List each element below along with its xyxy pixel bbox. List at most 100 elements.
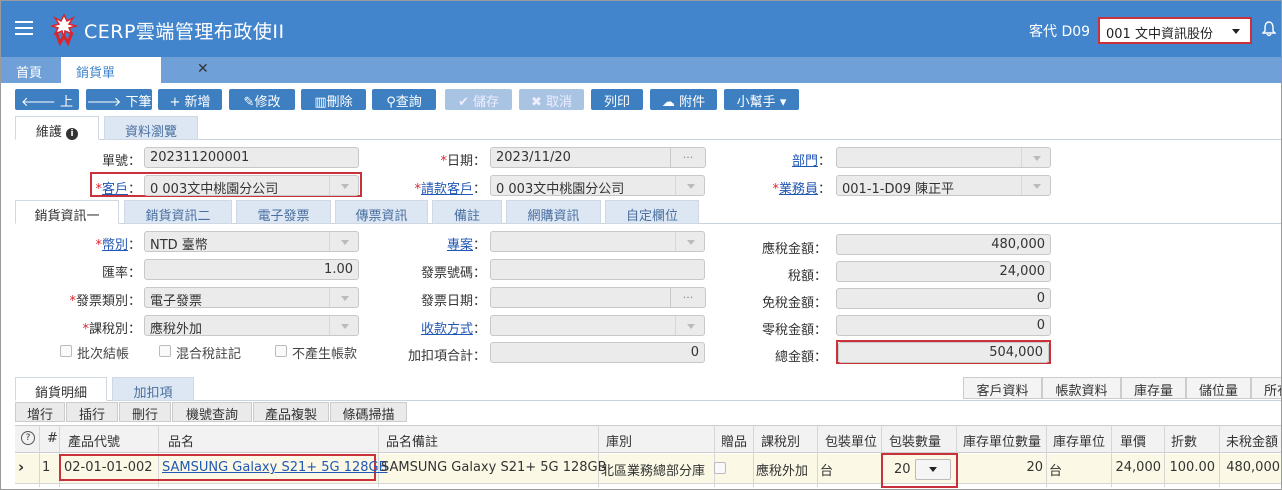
zero-rate-field[interactable]: 0 bbox=[836, 315, 1051, 336]
tab-custom-fields[interactable]: 自定欄位 bbox=[605, 200, 699, 224]
product-name-link[interactable]: SAMSUNG Galaxy S21+ 5G 128GB bbox=[162, 460, 388, 475]
tab-online-info[interactable]: 網購資訊 bbox=[506, 200, 601, 224]
col-product-name[interactable]: 品名 bbox=[168, 431, 194, 450]
cell-untaxed-amount[interactable]: 480,000 bbox=[1222, 460, 1280, 475]
cell-stock-unit[interactable]: 台 bbox=[1049, 460, 1062, 479]
cell-tax-type[interactable]: 應稅外加 bbox=[756, 460, 808, 479]
deduct-total-field[interactable]: 0 bbox=[490, 342, 705, 363]
pack-qty-dropdown[interactable] bbox=[915, 459, 951, 480]
cell-pack-qty[interactable]: 20 bbox=[894, 462, 911, 477]
col-gift[interactable]: 贈品 bbox=[721, 431, 747, 450]
invoice-date-picker-button[interactable]: ... bbox=[670, 287, 706, 308]
save-button[interactable]: ✔ 儲存 bbox=[445, 89, 512, 110]
cell-warehouse[interactable]: 北區業務總部分庫 bbox=[601, 460, 705, 479]
col-warehouse[interactable]: 庫別 bbox=[606, 431, 632, 450]
no-account-checkbox[interactable] bbox=[275, 345, 287, 357]
col-untaxed-amount[interactable]: 未稅金額 bbox=[1226, 431, 1278, 450]
cell-name-note[interactable]: SAMSUNG Galaxy S21+ 5G 128GB bbox=[381, 460, 607, 475]
gift-checkbox[interactable] bbox=[714, 462, 726, 474]
helper-button[interactable]: 小幫手 ▾ bbox=[724, 89, 799, 110]
cell-product-code[interactable]: 02-01-01-002 bbox=[64, 460, 153, 475]
company-select[interactable]: 001 文中資訊股份 bbox=[1098, 17, 1252, 44]
order-no-field[interactable]: 202311200001 bbox=[144, 147, 359, 168]
dept-link[interactable]: 部門 bbox=[792, 154, 818, 169]
bell-icon[interactable] bbox=[1262, 21, 1276, 37]
currency-select[interactable]: NTD 臺幣 bbox=[144, 231, 359, 252]
total-field[interactable]: 504,000 bbox=[838, 342, 1049, 363]
tab-voucher-info[interactable]: 傳票資訊 bbox=[335, 200, 428, 224]
invoice-no-field[interactable] bbox=[490, 259, 705, 280]
dept-select[interactable] bbox=[836, 147, 1051, 168]
customer-link[interactable]: 客戶 bbox=[102, 182, 128, 197]
delete-button[interactable]: ▥刪除 bbox=[301, 89, 366, 110]
tab-sales-info-2[interactable]: 銷貨資訊二 bbox=[124, 200, 232, 224]
cell-pack-unit[interactable]: 台 bbox=[820, 460, 833, 479]
cell-discount[interactable]: 100.00 bbox=[1167, 460, 1216, 475]
project-select[interactable] bbox=[490, 231, 705, 252]
print-button[interactable]: 列印 bbox=[591, 89, 643, 110]
stock-qty-button[interactable]: 庫存量 bbox=[1121, 377, 1186, 399]
col-name-note[interactable]: 品名備註 bbox=[386, 431, 438, 450]
close-icon[interactable]: ✕ bbox=[197, 61, 209, 77]
attach-button[interactable]: ☁ 附件 bbox=[650, 89, 717, 110]
help-icon[interactable]: ? bbox=[21, 431, 35, 445]
delete-row-button[interactable]: 刪行 bbox=[119, 402, 171, 423]
project-link[interactable]: 專案 bbox=[447, 238, 473, 253]
salesperson-link[interactable]: 業務員 bbox=[779, 182, 818, 197]
col-discount[interactable]: 折數 bbox=[1171, 431, 1197, 450]
col-pack-unit[interactable]: 包裝單位 bbox=[825, 431, 877, 450]
tab-addon-items[interactable]: 加扣項 bbox=[112, 377, 194, 401]
col-tax-type[interactable]: 課稅別 bbox=[761, 431, 800, 450]
customer-select[interactable]: 0 003文中桃園分公司 bbox=[144, 175, 359, 196]
tax-amount-field[interactable]: 24,000 bbox=[836, 261, 1051, 282]
next-button[interactable]: 🡒 下筆 bbox=[86, 89, 152, 110]
tab-maintain[interactable]: 維護 i bbox=[15, 116, 99, 140]
taxable-field[interactable]: 480,000 bbox=[836, 234, 1051, 255]
tab-home[interactable]: 首頁 bbox=[16, 57, 42, 83]
tax-type-select[interactable]: 應稅外加 bbox=[144, 315, 359, 336]
all-button[interactable]: 所有 bbox=[1251, 377, 1281, 399]
tab-sales-order[interactable]: 銷貨單 ✕ bbox=[61, 57, 209, 83]
product-copy-button[interactable]: 產品複製 bbox=[253, 402, 329, 423]
edit-button[interactable]: ✎修改 bbox=[229, 89, 295, 110]
tab-sales-detail[interactable]: 銷貨明細 bbox=[15, 377, 107, 401]
salesperson-select[interactable]: 001-1-D09 陳正平 bbox=[836, 175, 1051, 196]
cell-stock-qty[interactable]: 20 bbox=[959, 460, 1043, 475]
cell-unit-price[interactable]: 24,000 bbox=[1114, 460, 1162, 475]
billing-customer-link[interactable]: 請款客戶 bbox=[421, 182, 473, 197]
tab-remarks[interactable]: 備註 bbox=[432, 200, 502, 224]
add-button[interactable]: + 新增 bbox=[158, 89, 222, 110]
serial-query-button[interactable]: 機號查詢 bbox=[172, 402, 252, 423]
col-pack-qty[interactable]: 包裝數量 bbox=[889, 431, 941, 450]
col-stock-unit[interactable]: 庫存單位 bbox=[1053, 431, 1105, 450]
payment-select[interactable] bbox=[490, 315, 705, 336]
payment-link[interactable]: 收款方式 bbox=[421, 322, 473, 337]
barcode-scan-button[interactable]: 條碼掃描 bbox=[330, 402, 407, 423]
menu-icon[interactable] bbox=[15, 21, 33, 35]
query-button[interactable]: ⚲查詢 bbox=[372, 89, 436, 110]
insert-row-button[interactable]: 插行 bbox=[66, 402, 118, 423]
rate-field[interactable]: 1.00 bbox=[144, 259, 359, 280]
col-unit-price[interactable]: 單價 bbox=[1120, 431, 1146, 450]
tab-browse[interactable]: 資料瀏覽 bbox=[104, 116, 198, 140]
tab-e-invoice[interactable]: 電子發票 bbox=[236, 200, 331, 224]
add-row-button[interactable]: 增行 bbox=[15, 402, 65, 423]
mixed-tax-checkbox[interactable] bbox=[159, 345, 171, 357]
customer-info-button[interactable]: 客戶資料 bbox=[963, 377, 1042, 399]
prev-button[interactable]: 🡐 上筆 bbox=[15, 89, 79, 129]
cancel-button[interactable]: ✖ 取消 bbox=[519, 89, 584, 110]
invoice-date-field[interactable] bbox=[490, 287, 672, 308]
col-product-code[interactable]: 產品代號 bbox=[68, 431, 120, 450]
invoice-type-select[interactable]: 電子發票 bbox=[144, 287, 359, 308]
cell-product-name[interactable]: SAMSUNG Galaxy S21+ 5G 128GB bbox=[162, 460, 388, 475]
exempt-field[interactable]: 0 bbox=[836, 288, 1051, 309]
currency-link[interactable]: 幣別 bbox=[102, 238, 128, 253]
date-picker-button[interactable]: ... bbox=[670, 147, 706, 168]
billing-customer-select[interactable]: 0 003文中桃園分公司 bbox=[490, 175, 705, 196]
date-field[interactable]: 2023/11/20 bbox=[490, 147, 672, 168]
batch-checkbox[interactable] bbox=[60, 345, 72, 357]
account-info-button[interactable]: 帳款資料 bbox=[1042, 377, 1121, 399]
col-stock-qty[interactable]: 庫存單位數量 bbox=[963, 431, 1041, 450]
location-qty-button[interactable]: 儲位量 bbox=[1186, 377, 1251, 399]
tab-sales-info-1[interactable]: 銷貨資訊一 bbox=[15, 200, 119, 224]
